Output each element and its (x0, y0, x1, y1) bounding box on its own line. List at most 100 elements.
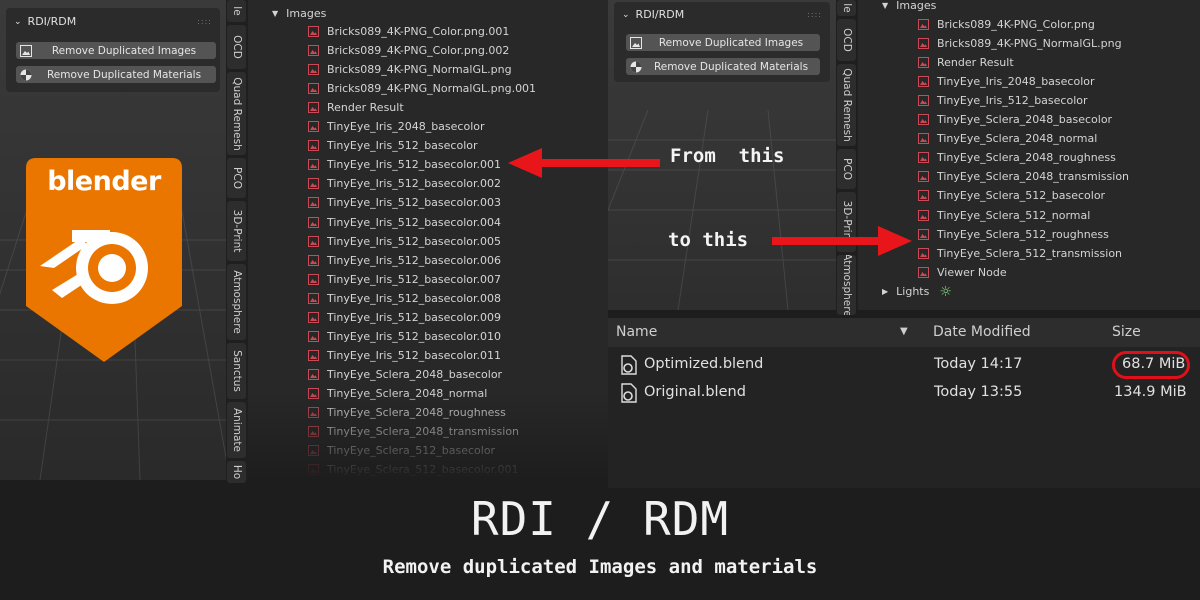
tab-3d-print[interactable]: 3D-Print (227, 201, 246, 261)
image-list-item[interactable]: TinyEye_Iris_512_basecolor.009 (248, 308, 608, 327)
image-list-item[interactable]: Viewer Node (858, 263, 1200, 282)
remove-duplicated-materials-button[interactable]: Remove Duplicated Materials (626, 58, 820, 75)
image-list-item[interactable]: TinyEye_Sclera_512_normal (858, 206, 1200, 225)
tab-atmosphere[interactable]: Atmosphere (227, 264, 246, 340)
outliner-before[interactable]: ▼ Images Bricks089_4K-PNG_Color.png.001 B… (248, 0, 608, 480)
image-icon (918, 38, 929, 50)
footer-subtitle: Remove duplicated Images and materials (382, 556, 818, 578)
image-name: TinyEye_Iris_512_basecolor.007 (327, 272, 501, 286)
image-list-item[interactable]: Bricks089_4K-PNG_Color.png.001 (248, 22, 608, 41)
image-list-item[interactable]: Render Result (858, 53, 1200, 72)
outliner-group-images[interactable]: ▼ Images (858, 0, 1200, 15)
remove-duplicated-images-button[interactable]: Remove Duplicated Images (16, 42, 216, 59)
image-list-item[interactable]: Bricks089_4K-PNG_Color.png (858, 15, 1200, 34)
tab-quad-remesh[interactable]: Quad Remesh (837, 64, 856, 146)
image-list-item[interactable]: TinyEye_Iris_512_basecolor.004 (248, 213, 608, 232)
panel-title: RDI/RDM (27, 15, 77, 28)
image-icon (918, 57, 929, 69)
image-name: TinyEye_Iris_512_basecolor.006 (327, 253, 501, 267)
image-list-item[interactable]: TinyEye_Sclera_2048_normal (858, 129, 1200, 148)
remove-duplicated-materials-button[interactable]: Remove Duplicated Materials (16, 66, 216, 83)
tab-animate[interactable]: Animate (227, 402, 246, 458)
image-name: TinyEye_Sclera_512_basecolor (937, 189, 1106, 203)
panel-header[interactable]: ⌄ RDI/RDM (14, 15, 76, 28)
image-name: TinyEye_Iris_512_basecolor (327, 139, 478, 153)
image-name: TinyEye_Sclera_2048_roughness (937, 151, 1116, 165)
image-list-item[interactable]: TinyEye_Iris_512_basecolor.008 (248, 289, 608, 308)
image-list-item[interactable]: Bricks089_4K-PNG_NormalGL.png.001 (248, 79, 608, 98)
outliner-group-images[interactable]: ▼ Images (248, 4, 608, 23)
image-list-item[interactable]: TinyEye_Iris_512_basecolor.007 (248, 270, 608, 289)
file-browser[interactable]: Name ▼ Date Modified Size Optimized.blen… (608, 318, 1200, 488)
image-name: TinyEye_Sclera_2048_basecolor (937, 113, 1113, 127)
arrow-left-annotation (508, 148, 660, 178)
image-list-item[interactable]: Bricks089_4K-PNG_Color.png.002 (248, 41, 608, 60)
left-3d-viewport[interactable]: ⌄ RDI/RDM :::: Remove Duplicated Images … (0, 0, 226, 480)
image-name: TinyEye_Sclera_512_roughness (937, 227, 1109, 241)
light-icon: ☼ (939, 283, 952, 300)
tab-ocd[interactable]: OCD (227, 25, 246, 69)
column-date-modified[interactable]: Date Modified (933, 324, 1031, 340)
chevron-down-icon: ⌄ (14, 16, 22, 27)
to-this-label: to this (668, 229, 749, 251)
image-list-item[interactable]: TinyEye_Sclera_2048_basecolor (248, 365, 608, 384)
column-name[interactable]: Name (616, 324, 657, 340)
image-name: Bricks089_4K-PNG_NormalGL.png.001 (327, 82, 537, 96)
image-list-item[interactable]: TinyEye_Iris_2048_basecolor (248, 117, 608, 136)
image-list-item[interactable]: TinyEye_Iris_512_basecolor.010 (248, 327, 608, 346)
image-list-item[interactable]: TinyEye_Sclera_2048_roughness (858, 148, 1200, 167)
image-list-item[interactable]: Bricks089_4K-PNG_NormalGL.png (858, 34, 1200, 53)
column-size[interactable]: Size (1112, 324, 1141, 340)
image-name: Render Result (937, 56, 1014, 70)
tab-pco[interactable]: PCO (837, 149, 856, 189)
image-icon (308, 216, 319, 228)
image-icon (308, 368, 319, 380)
remove-duplicated-images-button[interactable]: Remove Duplicated Images (626, 34, 820, 51)
tab-item[interactable]: le (837, 0, 856, 16)
image-list-item[interactable]: Bricks089_4K-PNG_NormalGL.png (248, 60, 608, 79)
image-list-item[interactable]: TinyEye_Sclera_512_basecolor (858, 186, 1200, 205)
tab-pco[interactable]: PCO (227, 158, 246, 198)
image-icon (308, 159, 319, 171)
image-list-item[interactable]: TinyEye_Iris_512_basecolor (858, 91, 1200, 110)
image-name: TinyEye_Iris_2048_basecolor (937, 75, 1095, 89)
image-icon (308, 121, 319, 133)
image-icon (308, 254, 319, 266)
material-icon (630, 61, 642, 72)
image-list-item[interactable]: TinyEye_Iris_512_basecolor.005 (248, 232, 608, 251)
tab-atmosphere[interactable]: Atmosphere (837, 255, 856, 315)
tab-ocd[interactable]: OCD (837, 19, 856, 61)
outliner-group-lights[interactable]: ▶ Lights ☼ (858, 282, 1200, 301)
file-row-optimized[interactable]: Optimized.blend Today 14:17 68.7 MiB (608, 351, 1200, 379)
material-icon (20, 69, 32, 80)
image-list-item[interactable]: TinyEye_Iris_512_basecolor.006 (248, 251, 608, 270)
image-list-item[interactable]: TinyEye_Iris_512_basecolor.003 (248, 193, 608, 212)
image-name: TinyEye_Sclera_2048_normal (937, 132, 1098, 146)
left-sidebar-tabs: le OCD Quad Remesh PCO 3D-Print Atmosphe… (226, 0, 248, 483)
image-name: TinyEye_Iris_512_basecolor.001 (327, 158, 501, 172)
panel-header[interactable]: ⌄ RDI/RDM (622, 8, 684, 21)
file-size: 134.9 MiB (1114, 384, 1187, 400)
tab-quad-remesh[interactable]: Quad Remesh (227, 72, 246, 155)
file-row-original[interactable]: Original.blend Today 13:55 134.9 MiB (608, 380, 1200, 406)
image-list-item[interactable]: Render Result (248, 98, 608, 117)
sort-descending-icon[interactable]: ▼ (900, 326, 908, 337)
drag-handle-icon[interactable]: :::: (807, 10, 822, 19)
blender-logo-text: blender (47, 166, 161, 197)
outliner-after[interactable]: ▼ Images Bricks089_4K-PNG_Color.png Brick… (858, 0, 1200, 310)
image-list-item[interactable]: TinyEye_Sclera_2048_basecolor (858, 110, 1200, 129)
tab-item[interactable]: le (227, 0, 246, 22)
image-icon (918, 171, 929, 183)
image-list-item[interactable]: TinyEye_Iris_512_basecolor.011 (248, 346, 608, 365)
image-name: TinyEye_Iris_512_basecolor.003 (327, 196, 501, 210)
image-list-item[interactable]: TinyEye_Sclera_2048_transmission (858, 167, 1200, 186)
image-icon (918, 190, 929, 202)
image-name: TinyEye_Iris_512_basecolor (937, 94, 1088, 108)
file-date: Today 14:17 (934, 356, 1023, 372)
image-icon (918, 133, 929, 145)
image-icon (308, 26, 319, 37)
drag-handle-icon[interactable]: :::: (197, 17, 212, 26)
image-list-item[interactable]: TinyEye_Iris_2048_basecolor (858, 72, 1200, 91)
tab-ho[interactable]: Ho (227, 461, 246, 483)
tab-sanctus[interactable]: Sanctus (227, 343, 246, 399)
